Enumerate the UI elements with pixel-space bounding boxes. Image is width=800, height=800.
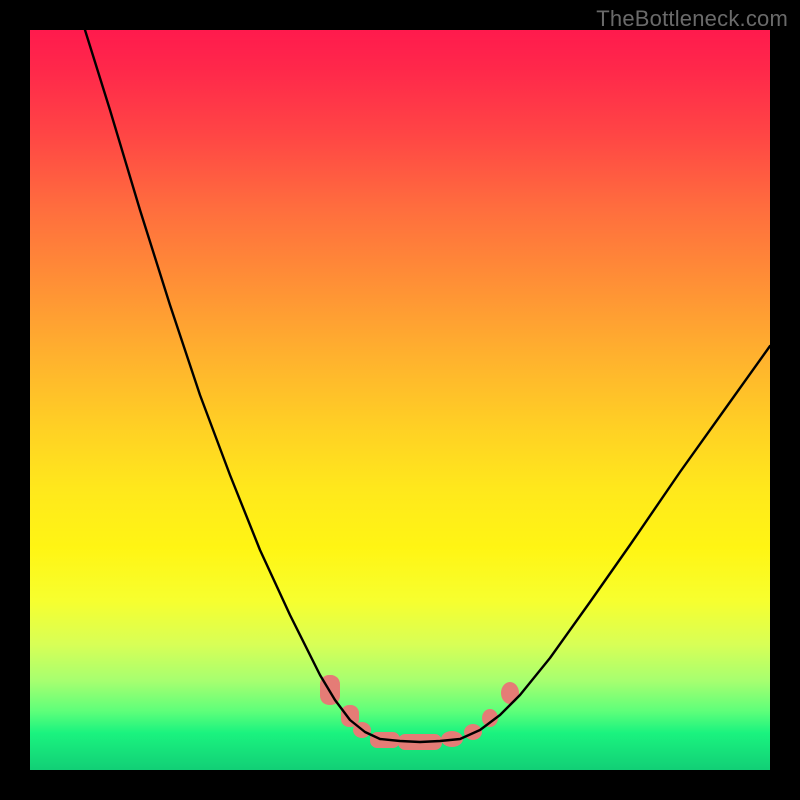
curves-group: [85, 30, 770, 742]
chart-frame: TheBottleneck.com: [0, 0, 800, 800]
marker-right-1: [501, 682, 519, 704]
chart-svg: [30, 30, 770, 770]
watermark-text: TheBottleneck.com: [596, 6, 788, 32]
markers-group: [320, 675, 519, 750]
chart-plot-area: [30, 30, 770, 770]
bottleneck-curve: [85, 30, 770, 742]
